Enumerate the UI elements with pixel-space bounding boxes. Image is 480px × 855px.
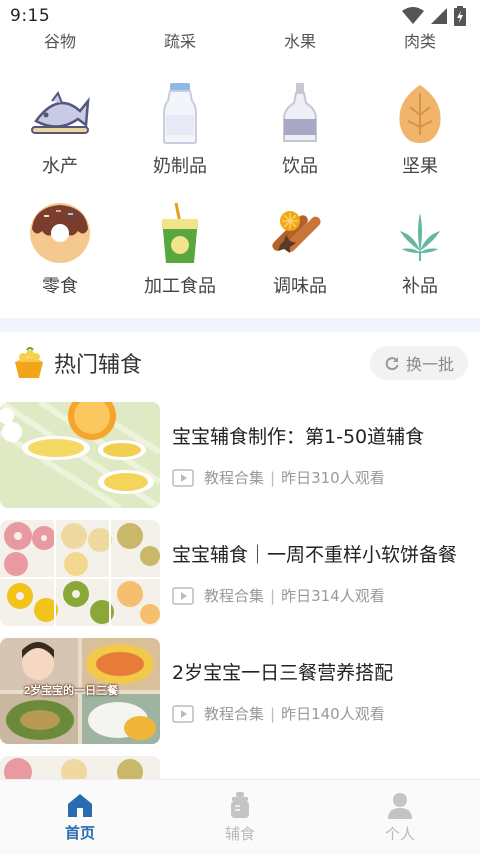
baby-bottle-icon [231, 792, 249, 818]
wifi-icon [402, 7, 424, 24]
refresh-label: 换一批 [405, 355, 454, 374]
hot-section-header: 热门辅食 换一批 [0, 340, 480, 386]
feed-views: 昨日310人观看 [281, 469, 385, 487]
list-item[interactable]: 宝宝辅食制作：第1-50道辅食 教程合集 | 昨日310人观看 [0, 402, 480, 520]
category-snacks[interactable]: 零食 [0, 200, 120, 298]
feed-title: 宝宝辅食制作：第1-50道辅食 [172, 426, 425, 448]
nav-food-label: 辅食 [224, 825, 255, 843]
nav-home[interactable]: 首页 [0, 780, 160, 855]
category-label: 调味品 [273, 276, 327, 297]
drink-bottle-icon [267, 80, 333, 146]
battery-icon [454, 6, 466, 26]
food-bowl-icon [15, 347, 43, 378]
milk-bottle-icon [147, 80, 213, 146]
category-label: 坚果 [402, 156, 438, 177]
feed-thumbnail: 2岁宝宝的一日三餐 [0, 638, 160, 744]
feed-thumbnail [0, 402, 160, 508]
feed-title: 2岁宝宝一日三餐营养搭配 [172, 662, 394, 684]
category-label: 水产 [42, 156, 78, 177]
feed-title: 宝宝辅食｜一周不重样小软饼备餐 [172, 544, 458, 566]
status-icons [402, 6, 466, 26]
feed-meta: 教程合集 | 昨日140人观看 [172, 703, 472, 724]
feed-meta: 教程合集 | 昨日314人观看 [172, 585, 472, 606]
feed-meta: 教程合集 | 昨日310人观看 [172, 467, 472, 488]
spice-icon [267, 200, 333, 266]
herb-leaf-icon [387, 200, 453, 266]
category-dairy[interactable]: 奶制品 [120, 80, 240, 178]
user-icon [388, 793, 412, 819]
signal-icon [431, 8, 447, 24]
category-seafood[interactable]: 水产 [0, 80, 120, 178]
nav-profile-label: 个人 [384, 825, 415, 843]
feed-views: 昨日140人观看 [281, 705, 385, 723]
list-item[interactable]: 2岁宝宝的一日三餐 2岁宝宝一日三餐营养搭配 教程合集 | 昨日140人观看 [0, 638, 480, 756]
status-time: 9:15 [10, 6, 51, 26]
list-item[interactable]: 宝宝辅食｜一周不重样小软饼备餐 教程合集 | 昨日314人观看 [0, 520, 480, 638]
category-row-2: 零食 加工食品 调味品 补品 [0, 200, 480, 298]
donut-icon [27, 200, 93, 266]
feed-views: 昨日314人观看 [281, 587, 385, 605]
thumbnail-caption: 2岁宝宝的一日三餐 [24, 685, 119, 697]
meta-separator: | [270, 704, 276, 723]
feed-type: 教程合集 [204, 587, 265, 605]
category-seasoning[interactable]: 调味品 [240, 200, 360, 298]
category-label: 补品 [402, 276, 438, 297]
category-drinks[interactable]: 饮品 [240, 80, 360, 178]
feed-type: 教程合集 [204, 469, 265, 487]
category-label: 饮品 [282, 156, 318, 177]
section-divider [0, 318, 480, 332]
nav-food[interactable]: 辅食 [160, 780, 320, 855]
category-label: 奶制品 [153, 156, 207, 177]
nav-home-label: 首页 [64, 824, 95, 842]
hot-section-title: 热门辅食 [54, 353, 143, 378]
category-label: 加工食品 [144, 276, 216, 297]
refresh-button[interactable]: 换一批 [369, 346, 468, 380]
cup-drink-icon [147, 200, 213, 266]
category-supplements[interactable]: 补品 [360, 200, 480, 298]
video-icon [172, 468, 194, 487]
feed-type: 教程合集 [204, 705, 265, 723]
status-bar: 9:15 [0, 0, 480, 32]
video-icon [172, 586, 194, 605]
video-icon [172, 704, 194, 723]
refresh-icon [385, 357, 399, 371]
category-nuts[interactable]: 坚果 [360, 80, 480, 178]
category-processed[interactable]: 加工食品 [120, 200, 240, 298]
category-label: 零食 [42, 276, 78, 297]
meta-separator: | [270, 468, 276, 487]
bottom-nav: 首页 辅食 个人 [0, 779, 480, 855]
feed-thumbnail [0, 520, 160, 626]
fish-icon [27, 80, 93, 146]
nav-profile[interactable]: 个人 [320, 780, 480, 855]
category-row-1: 水产 奶制品 饮品 坚果 [0, 80, 480, 178]
meta-separator: | [270, 586, 276, 605]
home-icon [68, 794, 92, 817]
nut-icon [387, 80, 453, 146]
